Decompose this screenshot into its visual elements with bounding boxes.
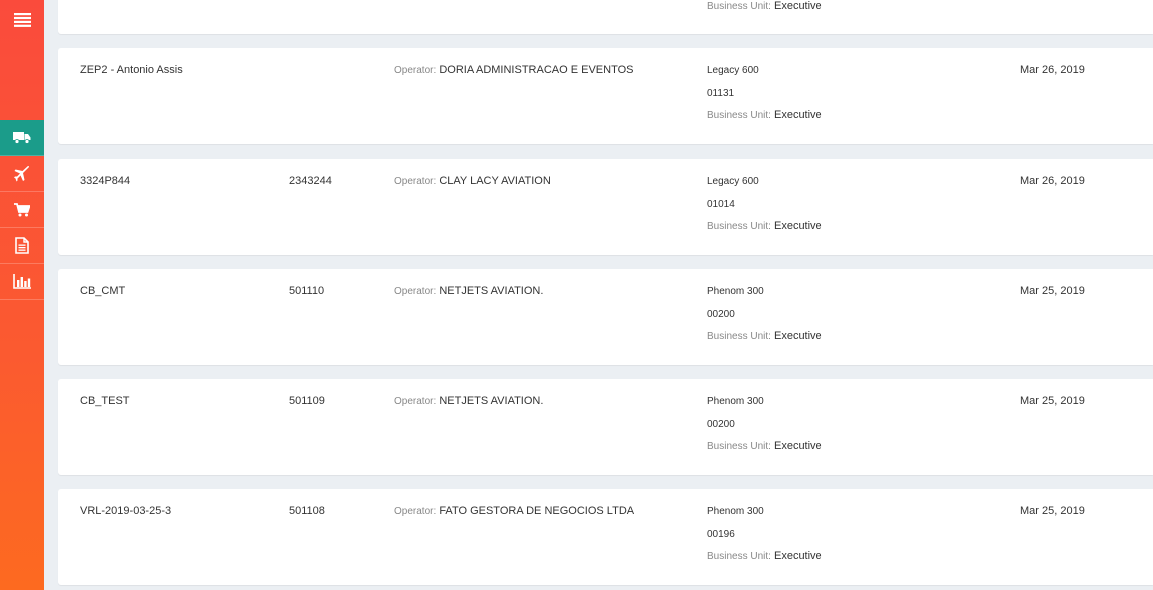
truck-icon (13, 131, 31, 144)
aircraft-serial: 00200 (707, 309, 735, 320)
sidebar-item-flights[interactable] (0, 156, 44, 192)
business-unit: Business Unit: Executive (707, 550, 822, 562)
operator-value: NETJETS AVIATION. (439, 285, 544, 297)
sidebar-item-documents[interactable] (0, 228, 44, 264)
business-unit-value: Executive (773, 220, 822, 232)
operator: Operator: NETJETS AVIATION. (394, 395, 543, 407)
operator-value: DORIA ADMINISTRACAO E EVENTOS (439, 64, 634, 76)
record-name: 3324P844 (80, 175, 131, 187)
document-icon (15, 237, 29, 254)
record-date: Mar 25, 2019 (1020, 285, 1085, 297)
cart-icon (14, 202, 30, 217)
bar-chart-icon (13, 274, 31, 289)
aircraft-model: Phenom 300 (707, 396, 764, 407)
sidebar-nav (0, 120, 44, 300)
business-unit-label: Business Unit: (707, 221, 771, 232)
sidebar-item-orders[interactable] (0, 192, 44, 228)
business-unit: Business Unit: Executive (707, 109, 822, 121)
record-number: 501110 (289, 285, 325, 297)
record-number: 501109 (289, 395, 325, 407)
aircraft-serial: 01131 (707, 88, 735, 99)
record-name: ZEP2 - Antonio Assis (80, 64, 183, 76)
aircraft-model: Legacy 600 (707, 65, 759, 76)
operator-value: FATO GESTORA DE NEGOCIOS LTDA (439, 505, 635, 517)
record-name: VRL-2019-03-25-3 (80, 505, 172, 517)
aircraft-model: Legacy 600 (707, 176, 759, 187)
record-number: 2343244 (289, 175, 332, 187)
business-unit-label: Business Unit: (707, 441, 771, 452)
aircraft-model: Phenom 300 (707, 286, 764, 297)
record-card[interactable]: CB_TEST 501109 Operator: NETJETS AVIATION.… (58, 379, 1153, 475)
record-date: Mar 26, 2019 (1020, 175, 1085, 187)
operator: Operator: FATO GESTORA DE NEGOCIOS LTDA (394, 505, 634, 517)
operator-label: Operator: (394, 176, 437, 187)
record-name: CB_CMT (80, 285, 126, 297)
record-card[interactable]: VRL-2019-03-25-3 501108 Operator: FATO GES… (58, 489, 1153, 585)
operator-label: Operator: (394, 396, 437, 407)
sidebar (0, 0, 44, 590)
business-unit: Business Unit: Executive (707, 440, 822, 452)
operator: Operator: CLAY LACY AVIATION (394, 175, 551, 187)
operator-value: CLAY LACY AVIATION (439, 175, 551, 187)
business-unit-value: Executive (773, 440, 822, 452)
aircraft-serial: 00196 (707, 529, 735, 540)
business-unit-value: Executive (773, 550, 822, 562)
business-unit-label: Business Unit: (707, 551, 771, 562)
record-card[interactable]: ZEP2 - Antonio Assis Operator: DORIA ADMI… (58, 48, 1153, 144)
business-unit: Business Unit: Executive (707, 330, 822, 342)
menu-toggle-button[interactable] (0, 0, 44, 44)
operator: Operator: DORIA ADMINISTRACAO E EVENTOS (394, 64, 633, 76)
operator-label: Operator: (394, 506, 437, 517)
operator-label: Operator: (394, 286, 437, 297)
record-card-partial[interactable]: Business Unit: Executive (58, 0, 1153, 34)
aircraft-serial: 00200 (707, 419, 735, 430)
business-unit-value: Executive (773, 0, 822, 12)
record-date: Mar 25, 2019 (1020, 395, 1085, 407)
operator: Operator: NETJETS AVIATION. (394, 285, 543, 297)
business-unit-label: Business Unit: (707, 331, 771, 342)
record-number: 501108 (289, 505, 325, 517)
operator-label: Operator: (394, 65, 437, 76)
record-name: CB_TEST (80, 395, 130, 407)
operator-value: NETJETS AVIATION. (439, 395, 544, 407)
sidebar-item-shipments[interactable] (0, 120, 44, 156)
plane-icon (14, 165, 30, 182)
business-unit: Business Unit: Executive (707, 0, 822, 12)
aircraft-model: Phenom 300 (707, 506, 764, 517)
record-card[interactable]: CB_CMT 501110 Operator: NETJETS AVIATION. P… (58, 269, 1153, 365)
business-unit-value: Executive (773, 109, 822, 121)
business-unit-label: Business Unit: (707, 110, 771, 121)
hamburger-icon (13, 12, 31, 32)
aircraft-serial: 01014 (707, 199, 735, 210)
record-card[interactable]: 3324P844 2343244 Operator: CLAY LACY AVIAT… (58, 159, 1153, 255)
business-unit-label: Business Unit: (707, 1, 771, 12)
sidebar-item-reports[interactable] (0, 264, 44, 300)
record-date: Mar 25, 2019 (1020, 505, 1085, 517)
business-unit: Business Unit: Executive (707, 220, 822, 232)
business-unit-value: Executive (773, 330, 822, 342)
record-date: Mar 26, 2019 (1020, 64, 1085, 76)
